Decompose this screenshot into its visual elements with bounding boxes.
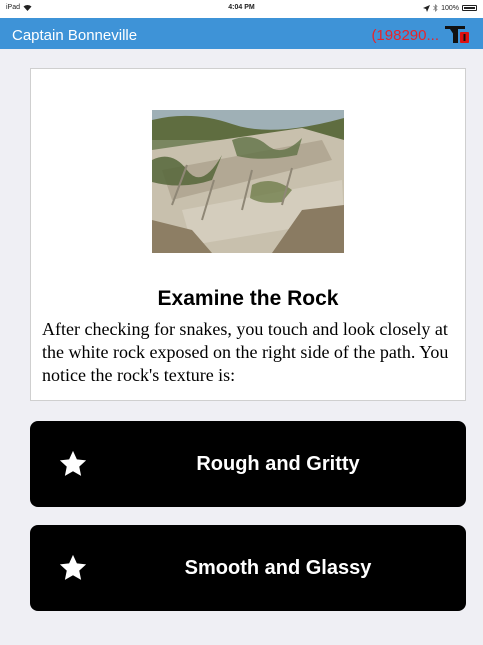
nav-bar: Captain Bonneville (198290...	[0, 18, 483, 49]
user-id-label[interactable]: (198290...	[371, 27, 439, 44]
card-title: Examine the Rock	[157, 287, 339, 310]
team-badge-icon[interactable]	[445, 24, 471, 44]
battery-percent: 100%	[441, 4, 459, 12]
choice-smooth-and-glassy-button[interactable]: Smooth and Glassy	[30, 525, 466, 611]
choice-label: Rough and Gritty	[196, 452, 360, 475]
star-icon	[59, 554, 87, 580]
choice-rough-and-gritty-button[interactable]: Rough and Gritty	[30, 421, 466, 507]
status-bar: iPad 4:04 PM 100%	[0, 0, 483, 18]
choice-label: Smooth and Glassy	[184, 556, 372, 579]
card-body: After checking for snakes, you touch and…	[42, 319, 449, 385]
battery-icon	[462, 5, 477, 11]
status-right: 100%	[423, 4, 477, 12]
bluetooth-icon	[433, 4, 438, 12]
nav-title: Captain Bonneville	[12, 27, 138, 44]
location-arrow-icon	[423, 4, 431, 12]
rock-outcrop-image	[152, 110, 344, 253]
status-time: 4:04 PM	[228, 4, 255, 11]
star-icon	[59, 450, 87, 476]
